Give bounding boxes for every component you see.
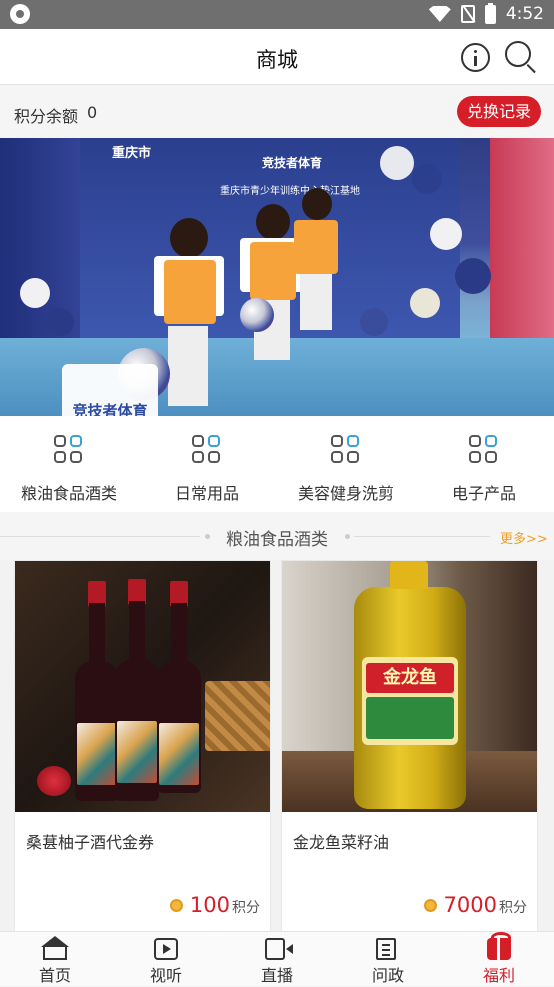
product-image: 金龙鱼 (282, 561, 537, 812)
balloon (412, 164, 442, 194)
price-value: 100 (189, 893, 230, 917)
product-name: 桑葚柚子酒代金券 (26, 833, 155, 852)
info-icon[interactable] (461, 43, 490, 72)
category-item-beauty-fitness[interactable]: 美容健身洗剪 (277, 416, 415, 512)
category-nav: 粮油食品酒类 日常用品 美容健身洗剪 电子产品 (0, 416, 554, 512)
product-image (15, 561, 270, 812)
banner-sign-text: 重庆市 (112, 146, 152, 161)
balloon (455, 258, 491, 294)
tab-media[interactable]: 视听 (111, 932, 221, 987)
tab-home[interactable]: 首页 (0, 932, 110, 987)
tab-inquiry[interactable]: 问政 (333, 932, 443, 987)
category-grid-icon (54, 435, 84, 465)
tab-label: 首页 (38, 966, 71, 985)
tab-label: 直播 (260, 966, 293, 985)
tab-welfare[interactable]: 福利 (444, 932, 554, 987)
price-value: 7000 (443, 893, 497, 917)
section-title: 粮油食品酒类 (226, 530, 328, 550)
battery-icon (484, 2, 496, 24)
product-card[interactable]: 桑葚柚子酒代金券 100 积分 (14, 560, 271, 932)
category-grid-icon (192, 435, 222, 465)
home-icon (43, 946, 67, 960)
category-grid-icon (331, 435, 361, 465)
balloon (360, 308, 388, 336)
category-grid-icon (469, 435, 499, 465)
document-icon (376, 938, 396, 960)
product-name: 金龙鱼菜籽油 (293, 833, 390, 852)
coin-icon (423, 898, 437, 912)
tab-label: 问政 (371, 966, 404, 985)
product-price: 7000 积分 (423, 893, 527, 917)
balloon (20, 278, 50, 308)
balloon (380, 146, 414, 180)
category-item-electronics[interactable]: 电子产品 (415, 416, 553, 512)
section-header: 粮油食品酒类 更多>> (0, 512, 554, 560)
banner-logo-text: 竞技者体育 (72, 402, 148, 416)
gift-icon (487, 932, 511, 960)
bottom-tab-bar: 首页 视听 直播 问政 福利 (0, 931, 554, 986)
camera-icon (265, 938, 293, 960)
status-time: 4:52 (505, 4, 544, 24)
search-icon[interactable] (505, 41, 539, 75)
tab-label: 福利 (482, 966, 515, 985)
redeem-history-button[interactable]: 兑换记录 (457, 96, 541, 127)
coin-icon (169, 898, 183, 912)
product-brand-label: 金龙鱼 (366, 663, 454, 693)
price-unit: 积分 (499, 900, 527, 916)
category-label: 电子产品 (451, 484, 516, 503)
wifi-icon (428, 6, 451, 22)
balloon (430, 218, 462, 250)
balloon (46, 308, 74, 336)
category-label: 粮油食品酒类 (20, 484, 117, 503)
video-play-icon (154, 938, 178, 960)
points-value: 0 (87, 103, 98, 122)
status-icons: 4:52 (428, 2, 544, 25)
banner-backdrop-subtitle: 重庆市青少年训练中心垫江基地 (220, 186, 360, 197)
app-header: 商城 (0, 29, 554, 85)
price-unit: 积分 (232, 900, 260, 916)
tab-live[interactable]: 直播 (222, 932, 332, 987)
promo-banner[interactable]: 重庆市 竞技者体育 重庆市青少年训练中心垫江基地 竞技者体育 (0, 138, 554, 416)
product-card[interactable]: 金龙鱼 金龙鱼菜籽油 7000 积分 (281, 560, 538, 932)
category-item-daily-goods[interactable]: 日常用品 (138, 416, 276, 512)
app-notification-icon (10, 4, 30, 24)
points-label: 积分余额 (14, 107, 79, 126)
tab-label: 视听 (149, 966, 182, 985)
more-link[interactable]: 更多>> (500, 528, 548, 547)
points-balance-bar: 积分余额 0 兑换记录 (0, 86, 554, 138)
category-label: 美容健身洗剪 (297, 484, 394, 503)
no-sim-icon (460, 5, 475, 23)
balloon (410, 288, 440, 318)
product-price: 100 积分 (169, 893, 260, 917)
category-item-grain-oil-food-wine[interactable]: 粮油食品酒类 (0, 416, 138, 512)
status-bar: 4:52 (0, 0, 554, 29)
basketball (240, 298, 274, 332)
banner-backdrop-title: 竞技者体育 (262, 156, 323, 170)
category-label: 日常用品 (174, 484, 239, 503)
